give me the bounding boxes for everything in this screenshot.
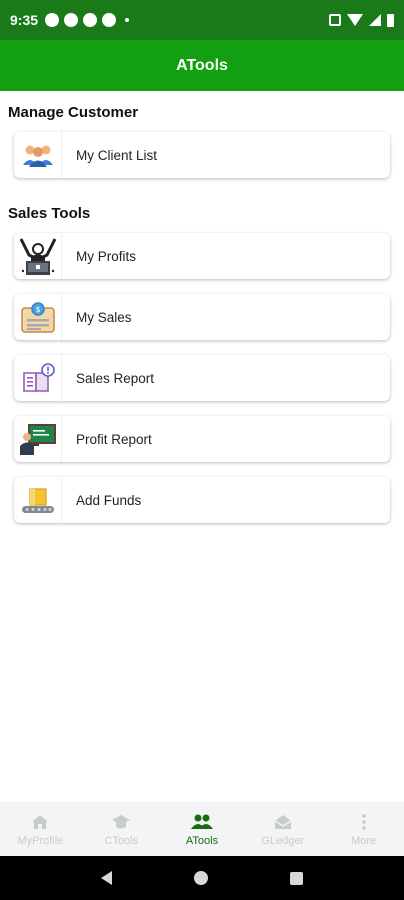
- menu-label-sales: My Sales: [76, 309, 132, 325]
- menu-label-profit-report: Profit Report: [76, 431, 152, 447]
- menu-item-sales[interactable]: $ My Sales: [14, 294, 390, 340]
- signal-icon: [369, 14, 381, 26]
- nav-gledger[interactable]: GLedger: [242, 803, 323, 856]
- nav-label-atools: ATools: [185, 834, 219, 847]
- customers-icon: [14, 132, 62, 178]
- system-nav-bar: [0, 856, 404, 900]
- app-notification-icon: [102, 13, 117, 27]
- more-vertical-icon: [361, 813, 367, 831]
- nfc-icon: [329, 14, 341, 26]
- whatsapp-notification-icon: [83, 13, 98, 27]
- status-bar: 9:35: [0, 0, 404, 40]
- sales-report-icon: [14, 355, 62, 401]
- message-notification-icon: [64, 13, 79, 27]
- home-button-icon[interactable]: [194, 871, 208, 885]
- nav-myprofile[interactable]: MyProfile: [0, 803, 81, 856]
- app-bar: ATools: [0, 40, 404, 91]
- menu-item-profit-report[interactable]: Profit Report: [14, 416, 390, 462]
- menu-item-add-funds[interactable]: Add Funds: [14, 477, 390, 523]
- people-icon: [190, 813, 213, 831]
- svg-text:$: $: [35, 305, 40, 314]
- skype-notification-icon: [45, 13, 60, 27]
- sales-icon: $: [14, 294, 62, 340]
- home-icon: [31, 813, 49, 831]
- menu-item-sales-report[interactable]: Sales Report: [14, 355, 390, 401]
- nav-label-ctools: CTools: [104, 834, 138, 847]
- nav-label-myprofile: MyProfile: [17, 834, 64, 847]
- page-title: ATools: [176, 56, 228, 74]
- wifi-icon: [347, 14, 363, 26]
- more-notifications-dot-icon: [125, 18, 130, 22]
- menu-label-client-list: My Client List: [76, 147, 158, 163]
- menu-label-profits: My Profits: [76, 248, 137, 264]
- section-title-sales-tools: Sales Tools: [8, 205, 91, 222]
- menu-item-client-list[interactable]: My Client List: [14, 132, 390, 178]
- bottom-nav: MyProfile CTools ATools GLedger More: [0, 802, 404, 856]
- battery-icon: [387, 13, 394, 27]
- status-time: 9:35: [10, 12, 39, 28]
- menu-item-profits[interactable]: My Profits: [14, 233, 390, 279]
- nav-label-more: More: [351, 834, 377, 847]
- nav-more[interactable]: More: [323, 803, 404, 856]
- status-right: [329, 13, 394, 27]
- menu-label-add-funds: Add Funds: [76, 492, 142, 508]
- status-left: 9:35: [10, 12, 130, 28]
- nav-ctools[interactable]: CTools: [81, 803, 162, 856]
- open-mail-icon: [273, 813, 293, 831]
- profit-report-icon: [14, 416, 62, 462]
- profits-icon: [14, 233, 62, 279]
- recent-apps-icon[interactable]: [290, 871, 303, 885]
- section-title-manage-customer: Manage Customer: [8, 104, 139, 121]
- add-funds-icon: [14, 477, 62, 523]
- nav-atools[interactable]: ATools: [162, 803, 243, 856]
- back-icon[interactable]: [101, 871, 112, 885]
- menu-label-sales-report: Sales Report: [76, 370, 155, 386]
- nav-label-gledger: GLedger: [261, 834, 305, 847]
- graduation-cap-icon: [111, 813, 131, 831]
